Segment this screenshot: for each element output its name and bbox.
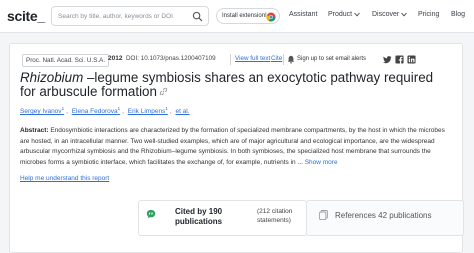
citation-statements: (212 citation statements) bbox=[257, 208, 292, 225]
paper-title-italic: Rhizobium bbox=[20, 70, 84, 85]
search-box[interactable] bbox=[51, 6, 209, 26]
author-separator: , bbox=[66, 108, 68, 116]
paper-meta-row: Proc. Natl. Acad. Sci. U.S.A. 2012 DOI: … bbox=[22, 54, 452, 67]
author-list: Sergey Ivanov1, Elena Fedorova1, Erik Li… bbox=[20, 106, 190, 115]
quote-bubble-icon bbox=[146, 209, 156, 219]
author-link[interactable]: Sergey Ivanov1 bbox=[20, 106, 65, 116]
chrome-icon bbox=[266, 12, 276, 22]
scite-logo[interactable]: scite_ bbox=[7, 8, 45, 24]
view-full-text-link[interactable]: View full text bbox=[235, 55, 270, 62]
divider bbox=[230, 54, 231, 65]
nav-pricing[interactable]: Pricing bbox=[418, 11, 439, 18]
citation-statements-line-2: statements) bbox=[257, 216, 291, 224]
nav-discover[interactable]: Discover bbox=[372, 11, 408, 18]
author-name: Erik Limpens bbox=[127, 108, 166, 116]
facebook-icon[interactable] bbox=[395, 55, 404, 64]
author-separator: , bbox=[122, 108, 124, 116]
cited-by-count: Cited by 190 publications bbox=[175, 207, 222, 227]
document-icon bbox=[319, 210, 328, 220]
nav-assistant[interactable]: Assistant bbox=[289, 11, 317, 18]
search-icon[interactable] bbox=[192, 11, 203, 22]
twitter-icon[interactable] bbox=[383, 55, 392, 64]
abstract: Abstract: Endosymbiotic interactions are… bbox=[20, 126, 450, 169]
author-link[interactable]: Elena Fedorova1 bbox=[71, 106, 121, 116]
divider bbox=[283, 54, 284, 65]
author-affiliation: 1 bbox=[165, 106, 168, 111]
help-understand-link[interactable]: Help me understand this report bbox=[20, 175, 109, 182]
citation-statements-line-1: (212 citation bbox=[257, 208, 293, 215]
nav-product[interactable]: Product bbox=[328, 11, 360, 18]
nav-product-label: Product bbox=[328, 11, 353, 18]
install-extension-label: Install extension! bbox=[222, 12, 267, 19]
email-alert-text[interactable]: Sign up to set email alerts bbox=[297, 56, 366, 62]
paper-title: Rhizobium –legume symbiosis shares an ex… bbox=[20, 71, 450, 99]
show-more-link[interactable]: Show more bbox=[305, 159, 338, 166]
link-icon[interactable] bbox=[159, 87, 168, 96]
chevron-down-icon bbox=[401, 12, 408, 17]
nav-discover-label: Discover bbox=[372, 11, 400, 18]
cited-by-line-2: publications bbox=[175, 217, 223, 226]
search-input[interactable] bbox=[58, 10, 178, 22]
author-link[interactable]: Erik Limpens1 bbox=[127, 106, 168, 116]
linkedin-icon[interactable] bbox=[407, 55, 416, 64]
abstract-text: Endosymbiotic interactions are character… bbox=[20, 127, 445, 167]
author-name: Elena Fedorova bbox=[71, 108, 118, 116]
nav-blog[interactable]: Blog bbox=[451, 11, 465, 18]
paper-card: Proc. Natl. Acad. Sci. U.S.A. 2012 DOI: … bbox=[9, 43, 464, 253]
doi-text[interactable]: DOI: 10.1073/pnas.1200407109 bbox=[126, 55, 216, 62]
chevron-down-icon bbox=[354, 12, 360, 17]
abstract-label: Abstract: bbox=[20, 127, 49, 134]
bell-icon[interactable] bbox=[287, 55, 295, 64]
top-navbar: scite_ Install extension! Assistant Prod… bbox=[0, 0, 474, 33]
cited-by-line-1: Cited by 190 bbox=[175, 207, 223, 216]
install-extension-button[interactable]: Install extension! bbox=[216, 8, 280, 24]
et-al-link[interactable]: et al. bbox=[175, 108, 189, 115]
author-affiliation: 1 bbox=[117, 106, 121, 111]
author-affiliation: 1 bbox=[61, 106, 65, 111]
references-panel[interactable]: References 42 publications bbox=[306, 200, 464, 236]
publication-year: 2012 bbox=[108, 55, 123, 62]
author-separator: , bbox=[169, 108, 172, 116]
author-name: Sergey Ivanov bbox=[20, 108, 62, 116]
references-count: References 42 publications bbox=[335, 211, 432, 220]
cited-by-panel[interactable]: Cited by 190 publications (212 citation … bbox=[138, 200, 307, 236]
journal-badge[interactable]: Proc. Natl. Acad. Sci. U.S.A. bbox=[22, 54, 110, 67]
cite-link[interactable]: Cite bbox=[271, 55, 282, 62]
